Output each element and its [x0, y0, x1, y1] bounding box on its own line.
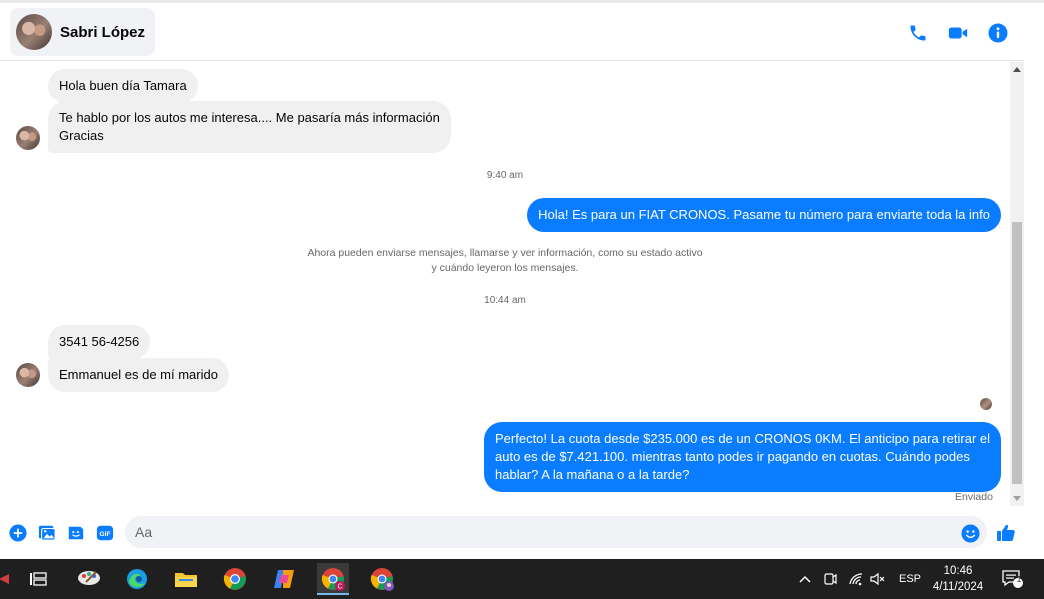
windows-taskbar: C ESP 10:46 4/11/2024 1	[0, 559, 1044, 599]
edge-browser-icon[interactable]	[121, 563, 153, 595]
paint-app-icon[interactable]	[73, 563, 105, 595]
incoming-message[interactable]: Emmanuel es de mí marido	[48, 358, 229, 392]
message-line: Te hablo por los autos me interesa.... M…	[59, 110, 440, 125]
start-button-icon[interactable]	[0, 563, 20, 595]
task-view-icon[interactable]	[22, 563, 54, 595]
scroll-up-arrow-icon[interactable]	[1013, 67, 1021, 72]
delivery-status: Enviado	[955, 491, 993, 503]
sender-avatar[interactable]	[16, 126, 40, 150]
timestamp: 10:44 am	[484, 295, 526, 306]
file-explorer-icon[interactable]	[170, 563, 202, 595]
chrome-browser-icon[interactable]	[219, 563, 251, 595]
clock-time: 10:46	[943, 565, 973, 577]
speaker-muted-icon[interactable]	[870, 559, 886, 599]
video-call-icon[interactable]	[946, 21, 970, 45]
show-hidden-icons-chevron-icon[interactable]	[798, 559, 812, 599]
image-icon[interactable]	[37, 523, 57, 543]
incoming-message[interactable]: Te hablo por los autos me interesa.... M…	[48, 101, 451, 153]
phone-icon[interactable]	[906, 21, 930, 45]
message-line: auto es de $7.421.100. mientras tanto po…	[495, 449, 970, 464]
system-notice-line: Ahora pueden enviarse mensajes, llamarse…	[307, 247, 703, 259]
notification-count: 1	[1016, 574, 1022, 584]
info-icon[interactable]	[986, 21, 1010, 45]
clock-date: 4/11/2024	[932, 581, 984, 593]
emoji-icon[interactable]	[960, 523, 980, 543]
outgoing-message[interactable]: Perfecto! La cuota desde $235.000 es de …	[484, 422, 1001, 492]
copilot-icon[interactable]	[268, 563, 300, 595]
taskbar-clock[interactable]: 10:46 4/11/2024	[928, 563, 988, 595]
contact-chip[interactable]: Sabri López	[10, 8, 156, 56]
sender-avatar[interactable]	[16, 363, 40, 387]
outgoing-message[interactable]: Hola! Es para un FIAT CRONOS. Pasame tu …	[527, 198, 1001, 232]
meet-now-icon[interactable]	[823, 559, 837, 599]
system-notice-line: y cuándo leyeron los mensajes.	[431, 262, 579, 274]
message-line: Gracias	[59, 128, 104, 143]
contact-name: Sabri López	[60, 23, 146, 41]
chrome-profile-avatar-icon[interactable]	[366, 563, 398, 595]
incoming-message[interactable]: 3541 56-4256	[48, 325, 151, 359]
message-input[interactable]	[125, 516, 987, 548]
svg-text:C: C	[337, 584, 342, 591]
chrome-profile-c-icon[interactable]: C	[317, 563, 349, 595]
scroll-down-arrow-icon[interactable]	[1013, 496, 1021, 501]
notifications-icon[interactable]: 1	[1002, 559, 1024, 599]
message-composer: GIF	[0, 510, 1044, 555]
message-line: Perfecto! La cuota desde $235.000 es de …	[495, 431, 990, 446]
seen-indicator-avatar	[980, 398, 992, 410]
scrollbar-thumb[interactable]	[1012, 222, 1022, 484]
sticker-icon[interactable]	[66, 523, 86, 543]
message-list[interactable]: Hola buen día Tamara Te hablo por los au…	[0, 62, 1010, 506]
gif-icon[interactable]: GIF	[95, 523, 115, 543]
chat-scrollbar[interactable]	[1010, 62, 1024, 506]
plus-icon[interactable]	[8, 523, 28, 543]
svg-text:GIF: GIF	[99, 531, 110, 538]
contact-avatar	[16, 14, 52, 50]
system-notice: Ahora pueden enviarse mensajes, llamarse…	[230, 246, 780, 276]
input-language[interactable]: ESP	[899, 559, 921, 599]
incoming-message[interactable]: Hola buen día Tamara	[48, 69, 198, 103]
like-thumbs-up-icon[interactable]	[996, 523, 1016, 543]
timestamp: 9:40 am	[486, 170, 524, 181]
message-line: hablar? A la mañana o a la tarde?	[495, 467, 690, 482]
wifi-icon[interactable]	[848, 559, 864, 599]
chat-header: Sabri López	[0, 3, 1024, 61]
